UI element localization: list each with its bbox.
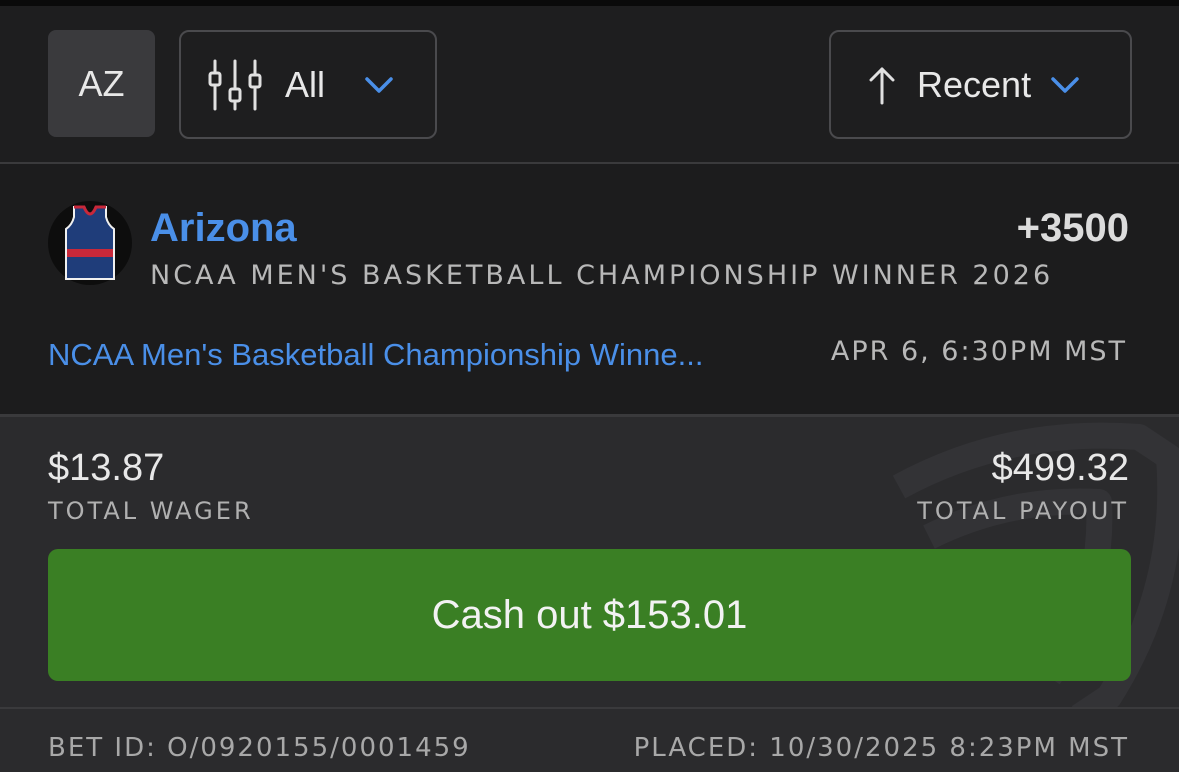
- state-button[interactable]: AZ: [48, 30, 155, 137]
- cash-out-label: Cash out $153.01: [431, 592, 748, 637]
- event-link[interactable]: NCAA Men's Basketball Championship Winne…: [48, 337, 790, 373]
- chevron-down-icon: [365, 76, 393, 93]
- state-label: AZ: [78, 62, 125, 104]
- team-avatar: [48, 201, 132, 285]
- market-name: NCAA MEN'S BASKETBALL CHAMPIONSHIP WINNE…: [150, 260, 1054, 291]
- sort-label: Recent: [917, 63, 1032, 105]
- cash-out-button[interactable]: Cash out $153.01: [48, 549, 1131, 681]
- arrow-up-icon: [869, 67, 895, 104]
- sliders-icon: [208, 59, 262, 110]
- bet-footer: BET ID: O/0920155/0001459 PLACED: 10/30/…: [0, 709, 1179, 772]
- jersey-icon: [65, 205, 115, 280]
- total-wager-amount: $13.87: [48, 447, 165, 489]
- team-name: Arizona: [150, 206, 297, 250]
- odds-value: +3500: [1016, 206, 1129, 250]
- sort-dropdown[interactable]: Recent: [829, 30, 1132, 139]
- bet-id: BET ID: O/0920155/0001459: [48, 733, 471, 763]
- filter-bar: AZ All Recent: [0, 6, 1179, 162]
- total-payout-amount: $499.32: [991, 447, 1129, 489]
- bet-selection[interactable]: Arizona +3500 NCAA MEN'S BASKETBALL CHAM…: [0, 164, 1179, 414]
- chevron-down-icon: [1051, 76, 1079, 93]
- total-payout-label: TOTAL PAYOUT: [917, 497, 1129, 525]
- event-time: APR 6, 6:30PM MST: [830, 336, 1127, 367]
- filter-dropdown[interactable]: All: [179, 30, 437, 139]
- placed-timestamp: PLACED: 10/30/2025 8:23PM MST: [633, 733, 1129, 763]
- filter-label: All: [285, 63, 326, 105]
- bet-summary: $13.87 TOTAL WAGER $499.32 TOTAL PAYOUT …: [0, 417, 1179, 707]
- total-wager-label: TOTAL WAGER: [48, 497, 254, 525]
